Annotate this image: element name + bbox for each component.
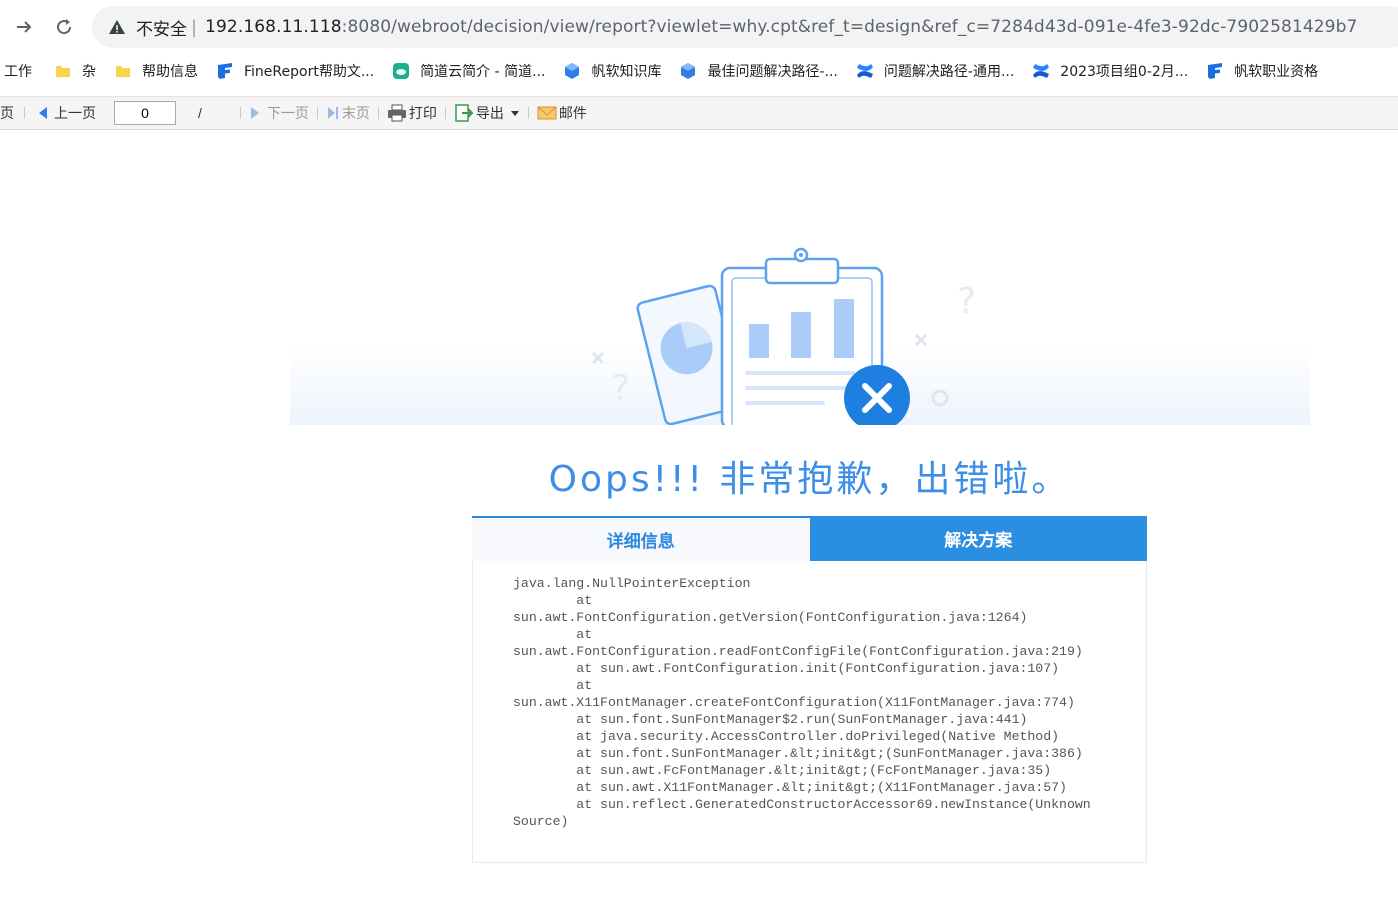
first-page-button[interactable]: 页 <box>0 103 14 123</box>
last-page-icon <box>327 107 338 119</box>
bookmark-item[interactable]: 最佳问题解决路径-... <box>679 61 838 81</box>
reload-icon <box>57 19 72 35</box>
mail-icon <box>537 106 557 120</box>
last-page-button[interactable]: 末页 <box>326 103 370 123</box>
bookmark-label: 最佳问题解决路径-... <box>707 64 838 80</box>
omnibox[interactable]: 不安全 | 192.168.11.118:8080/webroot/decisi… <box>92 6 1398 48</box>
bookmark-item[interactable]: 帮助信息 <box>114 61 198 81</box>
confluence-icon <box>1033 64 1050 78</box>
last-page-label: 末页 <box>341 105 370 121</box>
caret-down-icon <box>510 111 519 116</box>
folder-icon <box>116 66 130 77</box>
report-toolbar: 页 上一页 / 下一页 末页 打印 导出 邮件 <box>0 96 1398 130</box>
bookmark-item[interactable]: 杂 <box>54 61 96 81</box>
error-tabs: 详细信息 解决方案 <box>472 516 1147 561</box>
error-detail-panel: java.lang.NullPointerException at sun.aw… <box>472 561 1147 863</box>
mail-label: 邮件 <box>558 105 587 121</box>
arrow-right-icon <box>17 21 32 33</box>
error-headline: Oops!!! 非常抱歉，出错啦。 <box>548 459 1071 500</box>
omnibox-separator: | <box>191 16 198 38</box>
prev-page-label: 上一页 <box>54 105 96 121</box>
error-illustration: ? ? <box>290 235 1310 425</box>
bookmark-label: FineReport帮助文... <box>244 64 375 80</box>
export-button[interactable]: 导出 <box>454 103 520 123</box>
bookmark-label: 帮助信息 <box>142 64 198 80</box>
reload-button[interactable] <box>50 13 78 41</box>
prev-page-button[interactable]: 上一页 <box>37 103 96 123</box>
url-text[interactable]: 192.168.11.118:8080/webroot/decision/vie… <box>205 17 1357 37</box>
bookmark-label: 帆软知识库 <box>591 64 662 80</box>
tab-details[interactable]: 详细信息 <box>472 516 810 561</box>
svg-text:?: ? <box>611 368 630 409</box>
toolbar-divider <box>24 107 25 119</box>
report-error-illustration: ? ? <box>591 247 976 425</box>
finereport-icon <box>218 63 232 79</box>
warning-icon[interactable] <box>108 18 126 36</box>
tab-solution[interactable]: 解决方案 <box>809 516 1147 561</box>
bookmark-label: 杂 <box>82 64 96 80</box>
finereport-icon <box>1208 63 1223 79</box>
cube-icon <box>681 63 696 79</box>
url-host: 192.168.11.118 <box>205 17 342 37</box>
bookmarks-bar: 工作 杂 帮助信息 FineReport帮助文... 简道云简介 - 简道...… <box>0 54 1398 88</box>
bookmark-item[interactable]: FineReport帮助文... <box>216 61 374 81</box>
bookmark-label: 帆软职业资格 <box>1234 64 1319 80</box>
page-separator: / <box>198 105 202 121</box>
address-bar-row: 不安全 | 192.168.11.118:8080/webroot/decisi… <box>0 0 1398 54</box>
forward-button[interactable] <box>10 13 38 41</box>
toolbar-divider <box>316 107 318 119</box>
bookmark-label: 简道云简介 - 简道... <box>420 64 546 80</box>
url-path: :8080/webroot/decision/view/report?viewl… <box>341 17 1358 37</box>
confluence-icon <box>856 64 873 78</box>
bookmark-label: 工作 <box>4 64 32 80</box>
folder-icon <box>56 66 70 77</box>
security-label[interactable]: 不安全 <box>136 15 187 40</box>
next-page-label: 下一页 <box>266 105 309 121</box>
export-label: 导出 <box>475 105 504 121</box>
mail-button[interactable]: 邮件 <box>537 103 587 123</box>
bookmark-item[interactable]: 帆软职业资格 <box>1206 61 1318 81</box>
next-page-button[interactable]: 下一页 <box>249 103 309 123</box>
bookmark-label: 问题解决路径-通用... <box>883 64 1015 80</box>
bookmark-item[interactable]: 问题解决路径-通用... <box>856 61 1014 81</box>
triangle-right-icon <box>250 107 259 119</box>
printer-icon <box>387 104 406 122</box>
print-button[interactable]: 打印 <box>387 103 437 123</box>
toolbar-divider <box>527 107 529 119</box>
stack-trace-text: java.lang.NullPointerException at sun.aw… <box>513 576 1091 829</box>
bookmark-item[interactable]: 2023项目组0-2月... <box>1032 61 1188 81</box>
export-icon <box>455 104 474 122</box>
toolbar-divider <box>377 107 379 119</box>
print-label: 打印 <box>408 105 437 121</box>
cube-icon <box>565 63 580 79</box>
bookmark-item[interactable]: 简道云简介 - 简道... <box>392 61 545 81</box>
bookmark-item[interactable]: 帆软知识库 <box>563 61 661 81</box>
bookmark-item[interactable]: 工作 <box>4 61 32 81</box>
svg-text:?: ? <box>957 281 976 322</box>
page-number-input[interactable] <box>114 101 176 125</box>
toolbar-divider <box>239 107 241 119</box>
triangle-left-icon <box>39 107 47 119</box>
bookmark-label: 2023项目组0-2月... <box>1060 64 1189 80</box>
jiandaoyun-icon <box>393 63 410 79</box>
toolbar-divider <box>444 107 446 119</box>
